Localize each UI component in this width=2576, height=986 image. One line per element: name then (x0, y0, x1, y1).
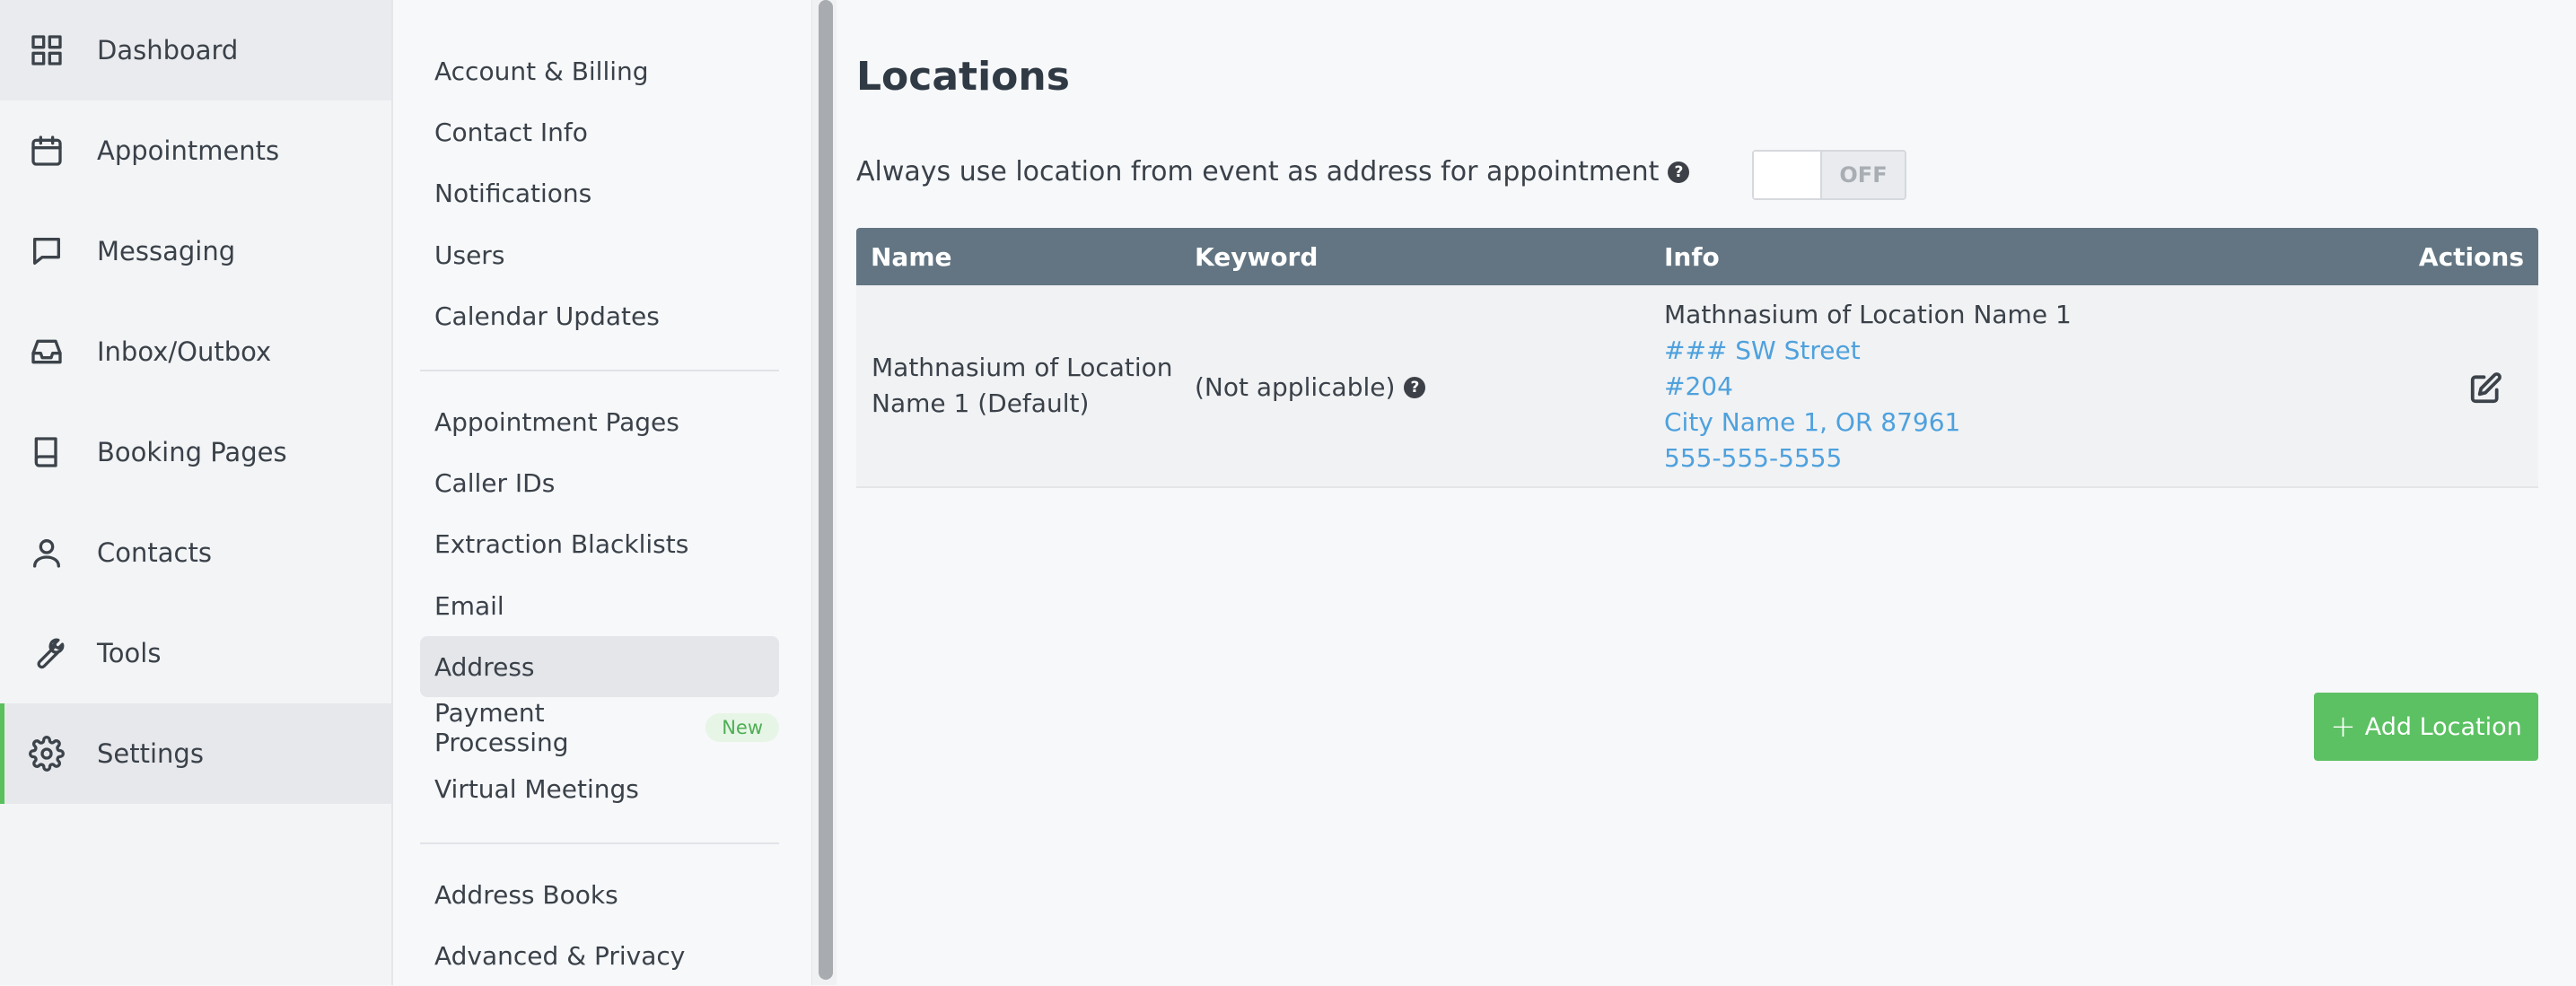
address-unit-link[interactable]: #204 (1664, 369, 2072, 405)
toggle-knob (1754, 152, 1822, 198)
toggle-row-label: Always use location from event as addres… (856, 156, 1690, 188)
nav-label: Dashboard (97, 35, 239, 65)
info-cell: Mathnasium of Location Name 1 ### SW Str… (1664, 297, 2072, 476)
edit-icon[interactable] (2468, 371, 2502, 406)
main-content (837, 0, 2576, 985)
nav-item-contacts[interactable]: Contacts (0, 502, 391, 603)
nav-item-messaging[interactable]: Messaging (0, 201, 391, 301)
location-address-toggle[interactable]: OFF (1752, 150, 1906, 200)
location-name-line2: Name 1 (Default) (872, 388, 1090, 418)
inbox-icon (29, 334, 65, 370)
nav-label: Booking Pages (97, 437, 287, 467)
nav-item-dashboard[interactable]: Dashboard (0, 0, 391, 100)
address-street-link[interactable]: ### SW Street (1664, 333, 2072, 369)
keyword-cell: (Not applicable) ? (1195, 370, 1426, 406)
calendar-icon (29, 133, 65, 169)
submenu-item-extraction-blacklists[interactable]: Extraction Blacklists (420, 513, 779, 574)
toggle-label-text: Always use location from event as addres… (856, 156, 1660, 188)
nav-label: Messaging (97, 236, 236, 266)
submenu-item-address[interactable]: Address (420, 636, 779, 697)
submenu-item-appointment-pages[interactable]: Appointment Pages (420, 391, 779, 452)
submenu-item-virtual-meetings[interactable]: Virtual Meetings (420, 758, 779, 819)
column-header-name: Name (871, 242, 952, 272)
phone-link[interactable]: 555-555-5555 (1664, 441, 2072, 476)
help-icon[interactable]: ? (1404, 377, 1426, 398)
submenu-item-contact-info[interactable]: Contact Info (420, 101, 779, 162)
submenu-item-advanced-privacy[interactable]: Advanced & Privacy (420, 925, 779, 986)
toggle-state-text: OFF (1839, 162, 1888, 188)
plus-icon: + (2330, 709, 2356, 745)
book-icon (29, 434, 65, 470)
nav-label: Inbox/Outbox (97, 336, 272, 367)
submenu-item-calendar-updates[interactable]: Calendar Updates (420, 285, 779, 346)
column-header-info: Info (1664, 242, 1720, 272)
gear-icon (29, 736, 65, 772)
location-name-line1: Mathnasium of Location (872, 353, 1173, 382)
column-header-actions: Actions (2418, 242, 2524, 272)
wrench-icon (29, 635, 65, 671)
page-title: Locations (856, 54, 1070, 100)
submenu-item-notifications[interactable]: Notifications (420, 162, 779, 223)
nav-label: Tools (97, 638, 162, 668)
info-title: Mathnasium of Location Name 1 (1664, 300, 2072, 329)
submenu-item-account-billing[interactable]: Account & Billing (420, 40, 779, 101)
nav-item-inbox-outbox[interactable]: Inbox/Outbox (0, 301, 391, 402)
locations-table-header: Name Keyword Info Actions (856, 228, 2538, 285)
submenu-divider (420, 842, 779, 844)
add-location-button[interactable]: + Add Location (2314, 693, 2538, 761)
submenu-item-caller-ids[interactable]: Caller IDs (420, 452, 779, 513)
submenu-divider (420, 370, 779, 371)
address-city-link[interactable]: City Name 1, OR 87961 (1664, 405, 2072, 441)
nav-item-tools[interactable]: Tools (0, 603, 391, 703)
grid-icon (29, 32, 65, 68)
submenu-item-users[interactable]: Users (420, 224, 779, 285)
submenu-item-label: Payment Processing (434, 698, 569, 757)
column-header-keyword: Keyword (1195, 242, 1319, 272)
add-location-label: Add Location (2364, 712, 2522, 741)
submenu-scrollbar-thumb[interactable] (819, 0, 833, 980)
nav-label: Contacts (97, 537, 212, 568)
submenu-item-email[interactable]: Email (420, 575, 779, 636)
submenu-item-address-books[interactable]: Address Books (420, 864, 779, 925)
nav-item-appointments[interactable]: Appointments (0, 100, 391, 201)
nav-label: Settings (97, 738, 204, 769)
chat-icon (29, 233, 65, 269)
keyword-text: (Not applicable) (1195, 372, 1396, 402)
new-badge: New (705, 713, 779, 742)
primary-sidebar: Dashboard Appointments Messaging Inbox/O… (0, 0, 393, 985)
submenu-item-payment-processing[interactable]: Payment Processing New (420, 697, 779, 758)
location-name-cell: Mathnasium of Location Name 1 (Default) (872, 350, 1173, 422)
person-icon (29, 535, 65, 571)
help-icon[interactable]: ? (1668, 161, 1690, 183)
nav-item-settings[interactable]: Settings (0, 703, 391, 804)
nav-item-booking-pages[interactable]: Booking Pages (0, 402, 391, 502)
nav-label: Appointments (97, 135, 280, 166)
